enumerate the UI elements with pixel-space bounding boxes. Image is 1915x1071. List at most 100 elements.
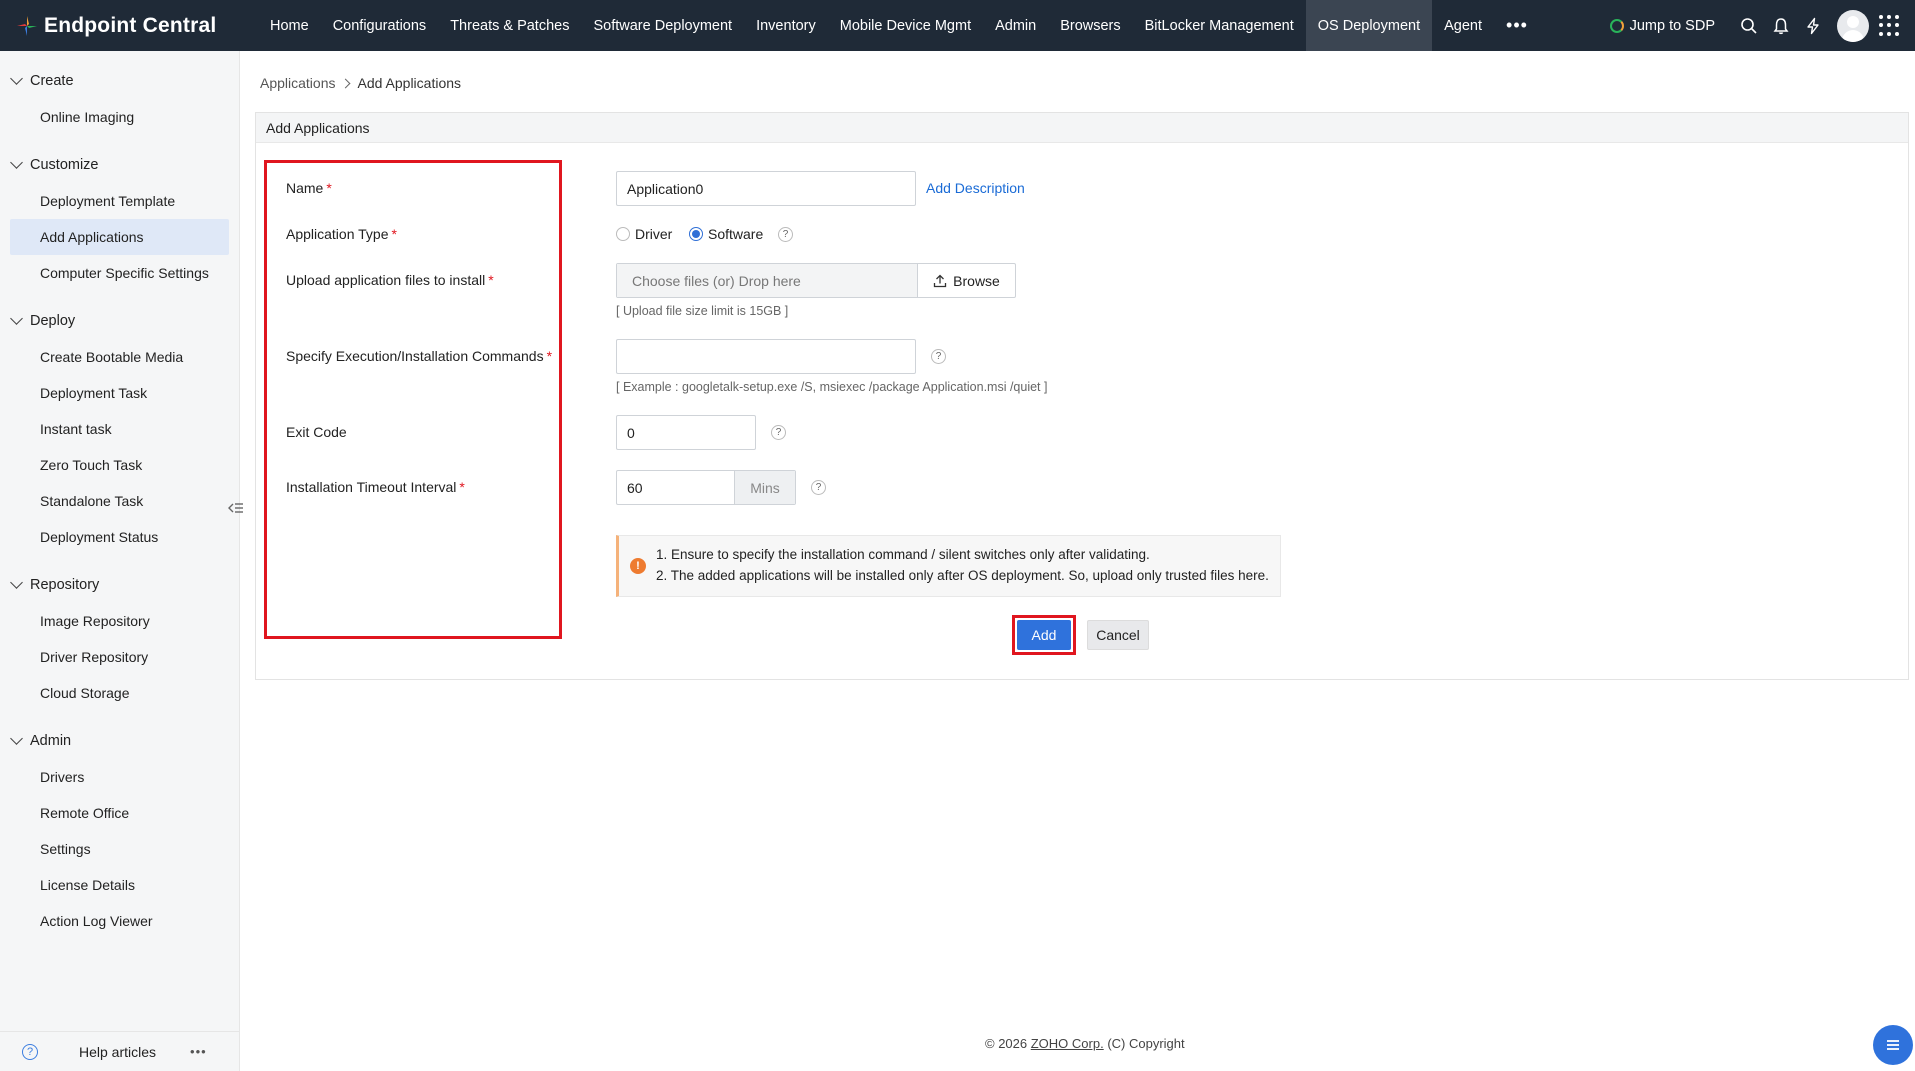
browse-button[interactable]: Browse [917,264,1015,297]
jump-to-sdp-button[interactable]: Jump to SDP [1609,17,1715,34]
sidebar-section-deploy: Deploy Create Bootable Media Deployment Ta… [0,309,239,555]
breadcrumb-applications-link[interactable]: Applications [260,75,336,91]
sidebar-section-customize: Customize Deployment Template Add Applicat… [0,153,239,291]
sidebar-section-create: Create Online Imaging [0,69,239,135]
endpoint-central-logo-icon [16,15,38,37]
exit-code-input[interactable]: 0 [616,415,756,450]
zoho-corp-link[interactable]: ZOHO Corp. [1031,1036,1104,1051]
sidebar-item-settings[interactable]: Settings [10,831,229,867]
sidebar-section-title: Customize [30,157,99,173]
sidebar-item-license-details[interactable]: License Details [10,867,229,903]
upload-icon [934,274,947,287]
menu-fab-button[interactable] [1873,1025,1913,1065]
chevron-down-icon [10,732,23,745]
radio-driver-circle[interactable] [616,227,630,241]
sidebar-item-deployment-task[interactable]: Deployment Task [10,375,229,411]
nav-item-home[interactable]: Home [258,0,321,51]
name-label: Name * [286,180,332,196]
bell-icon[interactable] [1765,17,1797,35]
sidebar-item-online-imaging[interactable]: Online Imaging [10,99,229,135]
exit-code-help-icon[interactable]: ? [771,425,786,440]
nav-item-mobile-device-mgmt[interactable]: Mobile Device Mgmt [828,0,983,51]
sidebar-item-remote-office[interactable]: Remote Office [10,795,229,831]
sidebar-section-header[interactable]: Admin [0,729,239,753]
sidebar-item-create-bootable-media[interactable]: Create Bootable Media [10,339,229,375]
timeout-input[interactable]: 60 [617,471,734,504]
cancel-button[interactable]: Cancel [1087,620,1149,650]
application-type-label: Application Type * [286,226,397,242]
installation-commands-input[interactable] [616,339,916,374]
alert-line-2: 2. The added applications will be instal… [656,568,1269,583]
sidebar-section-admin: Admin Drivers Remote Office Settings License… [0,729,239,939]
nav-item-software-deployment[interactable]: Software Deployment [581,0,744,51]
commands-help-icon[interactable]: ? [931,349,946,364]
sidebar-section-title: Admin [30,733,72,749]
sidebar-item-deployment-status[interactable]: Deployment Status [10,519,229,555]
exit-code-label: Exit Code [286,424,347,440]
sidebar-item-image-repository[interactable]: Image Repository [10,603,229,639]
sidebar-item-deployment-template[interactable]: Deployment Template [10,183,229,219]
radio-software-label: Software [708,226,764,242]
installation-commands-label: Specify Execution/Installation Commands * [286,348,553,364]
chevron-right-icon [340,78,350,88]
chevron-down-icon [10,72,23,85]
radio-software[interactable]: Software [689,226,763,242]
help-articles-link[interactable]: Help articles [79,1044,156,1060]
nav-item-admin[interactable]: Admin [983,0,1048,51]
sdp-icon [1609,18,1624,33]
panel-title: Add Applications [256,113,1908,143]
upload-size-hint: [ Upload file size limit is 15GB ] [616,304,789,318]
breadcrumb-current: Add Applications [357,75,462,91]
sidebar-item-standalone-task[interactable]: Standalone Task [10,483,229,519]
sidebar-item-driver-repository[interactable]: Driver Repository [10,639,229,675]
commands-example-hint: [ Example : googletalk-setup.exe /S, msi… [616,380,1048,394]
sidebar-item-cloud-storage[interactable]: Cloud Storage [10,675,229,711]
sidebar-section-header[interactable]: Create [0,69,239,93]
sidebar-item-computer-specific-settings[interactable]: Computer Specific Settings [10,255,229,291]
jump-to-sdp-label: Jump to SDP [1629,17,1715,34]
sidebar-section-title: Deploy [30,313,76,329]
sidebar-section-header[interactable]: Repository [0,573,239,597]
app-grid-icon[interactable] [1879,14,1901,37]
copyright-footer: © 2026 ZOHO Corp. (C) Copyright [985,1036,1185,1051]
search-icon[interactable] [1733,17,1765,35]
help-more-button[interactable]: ••• [190,1044,207,1059]
radio-software-circle[interactable] [689,227,703,241]
sidebar-footer: ? Help articles ••• [0,1031,240,1071]
footer-prefix: © 2026 [985,1036,1031,1051]
sidebar-section-header[interactable]: Customize [0,153,239,177]
nav-item-browsers[interactable]: Browsers [1048,0,1132,51]
sidebar-item-zero-touch-task[interactable]: Zero Touch Task [10,447,229,483]
timeout-help-icon[interactable]: ? [811,480,826,495]
sidebar-item-instant-task[interactable]: Instant task [10,411,229,447]
sidebar-section-header[interactable]: Deploy [0,309,239,333]
nav-item-inventory[interactable]: Inventory [744,0,828,51]
nav-item-bitlocker-management[interactable]: BitLocker Management [1133,0,1306,51]
alert-line-1: 1. Ensure to specify the installation co… [656,547,1150,562]
application-type-help-icon[interactable]: ? [778,227,793,242]
help-icon[interactable]: ? [22,1043,38,1060]
timeout-interval-label: Installation Timeout Interval * [286,479,465,495]
nav-item-threats-patches[interactable]: Threats & Patches [438,0,581,51]
brand[interactable]: Endpoint Central [0,14,258,38]
avatar[interactable] [1837,9,1869,42]
nav-item-os-deployment[interactable]: OS Deployment [1305,0,1433,51]
chevron-down-icon [10,156,23,169]
warning-icon: ! [630,558,646,574]
info-alert: ! 1. Ensure to specify the installation … [616,535,1281,597]
sidebar-item-drivers[interactable]: Drivers [10,759,229,795]
lightning-icon[interactable] [1797,17,1829,35]
nav-item-agent[interactable]: Agent [1432,0,1494,51]
collapse-sidebar-icon[interactable] [226,498,246,518]
add-button[interactable]: Add [1017,620,1071,650]
sidebar-item-add-applications[interactable]: Add Applications [10,219,229,255]
nav-item-configurations[interactable]: Configurations [321,0,439,51]
sidebar-section-title: Create [30,73,74,89]
file-drop-zone[interactable]: Choose files (or) Drop here [617,264,917,297]
name-input[interactable]: Application0 [616,171,916,206]
radio-driver[interactable]: Driver [616,226,672,242]
sidebar-item-action-log-viewer[interactable]: Action Log Viewer [10,903,229,939]
browse-label: Browse [953,272,1000,289]
nav-more-button[interactable]: ••• [1494,15,1540,36]
add-description-link[interactable]: Add Description [926,180,1025,196]
